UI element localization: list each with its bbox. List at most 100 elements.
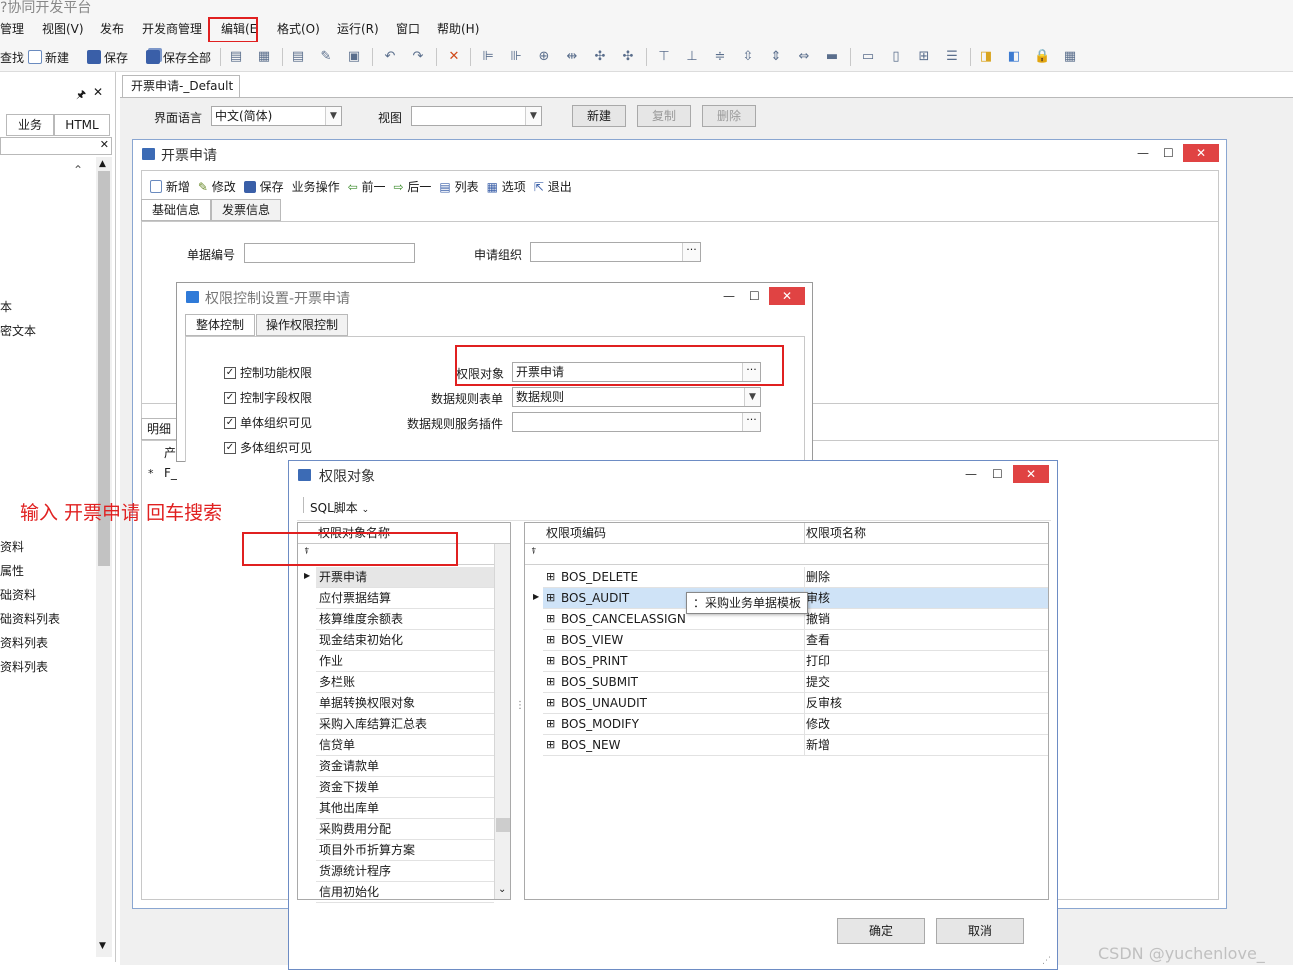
table-row[interactable]: ⊞ BOS_NEW 新增 (543, 735, 1048, 756)
rule-plugin-input[interactable]: ··· (512, 412, 761, 432)
grid-icon[interactable]: ▦ (256, 49, 272, 65)
tab-overall-control[interactable]: 整体控制 (185, 314, 255, 336)
form-next-button[interactable]: ⇨ 后一 (394, 178, 432, 195)
close-icon[interactable]: ✕ (769, 287, 805, 305)
collapse-icon[interactable]: ⌃ (73, 163, 83, 177)
cells-icon[interactable]: ⊞ (916, 49, 932, 65)
list-item[interactable]: 资金下拨单 (316, 777, 494, 798)
form-icon[interactable]: ▤ (228, 49, 244, 65)
layout-icon[interactable]: ▤ (290, 49, 306, 65)
list-item[interactable]: 应付票据结算 (316, 588, 494, 609)
align-center-icon[interactable]: ⊕ (536, 49, 552, 65)
left-item[interactable]: 密文本 (0, 322, 36, 339)
list-item[interactable]: 多栏账 (316, 672, 494, 693)
list-item[interactable]: 其他出库单 (316, 798, 494, 819)
rule-form-select[interactable]: 数据规则 ▼ (512, 387, 761, 407)
save-all-button[interactable]: 保存全部 (146, 47, 211, 67)
menu-window[interactable]: 窗口 (396, 21, 420, 37)
list-item[interactable]: 信贷单 (316, 735, 494, 756)
language-select[interactable]: 中文(简体) ▼ (211, 106, 342, 126)
expand-icon[interactable]: ⊞ (546, 609, 555, 629)
lang-new-button[interactable]: 新建 (572, 105, 626, 127)
menu-help[interactable]: 帮助(H) (437, 21, 479, 37)
check-icon[interactable]: ✓ (224, 416, 236, 429)
redo-icon[interactable]: ↷ (410, 49, 426, 65)
view-select[interactable]: ▼ (411, 106, 542, 126)
menu-view[interactable]: 视图(V) (42, 21, 84, 37)
left-grid-scrollbar[interactable]: ⌄ (494, 544, 510, 899)
checkbox-func-perm[interactable]: ✓ 控制功能权限 (224, 364, 312, 381)
column-icon[interactable]: ▯ (888, 49, 904, 65)
expand-icon[interactable]: ⊞ (546, 567, 555, 587)
ellipsis-icon[interactable]: ··· (742, 413, 760, 431)
form-exit-button[interactable]: ⇱ 退出 (534, 178, 572, 195)
chevron-down-icon[interactable]: ▼ (744, 388, 760, 406)
lang-delete-button[interactable]: 删除 (702, 105, 756, 127)
list-item[interactable]: 核算维度余额表 (316, 609, 494, 630)
find-button[interactable]: 查找 (0, 47, 24, 67)
distribute-h-icon[interactable]: ⇹ (564, 49, 580, 65)
table-row[interactable]: ⊞ BOS_DELETE 删除 (543, 567, 1048, 588)
list-item[interactable]: 作业 (316, 651, 494, 672)
close-icon[interactable]: ✕ (1183, 144, 1219, 162)
size2-icon[interactable]: ✣ (620, 49, 636, 65)
left-item[interactable]: 础资料 (0, 586, 36, 603)
rows-icon[interactable]: ☰ (944, 49, 960, 65)
maximize-icon[interactable]: ☐ (1163, 146, 1174, 160)
ellipsis-icon[interactable]: ··· (682, 243, 700, 261)
frame-icon[interactable]: ▭ (860, 49, 876, 65)
list-item[interactable]: 单据转换权限对象 (316, 693, 494, 714)
vspace-icon[interactable]: ⇕ (768, 49, 784, 65)
lang-copy-button[interactable]: 复制 (637, 105, 691, 127)
left-item[interactable]: 本 (0, 298, 12, 315)
expand-icon[interactable]: ⊞ (546, 735, 555, 755)
tab-operation-control[interactable]: 操作权限控制 (256, 314, 348, 336)
menu-format[interactable]: 格式(O) (277, 21, 320, 37)
menu-manage[interactable]: 管理 (0, 21, 24, 37)
tools-icon[interactable]: ✎ (318, 49, 334, 65)
left-grid-scroll-thumb[interactable] (496, 818, 510, 832)
resize-grip-icon[interactable]: ⋰ (1042, 956, 1051, 966)
maximize-icon[interactable]: ☐ (749, 289, 760, 303)
undo-icon[interactable]: ↶ (382, 49, 398, 65)
list-item[interactable]: 开票申请 (316, 567, 494, 588)
expand-icon[interactable]: ⊞ (546, 672, 555, 692)
align-top-icon[interactable]: ⊤ (656, 49, 672, 65)
scroll-down-icon[interactable]: ⌄ (498, 884, 506, 895)
new-button[interactable]: 新建 (28, 47, 69, 67)
left-item[interactable]: 资料列表 (0, 634, 48, 651)
chevron-down-icon[interactable]: ▼ (325, 107, 341, 125)
expand-icon[interactable]: ⊞ (546, 588, 555, 608)
align-right-icon[interactable]: ⊪ (508, 49, 524, 65)
left-item[interactable]: 属性 (0, 562, 24, 579)
tab-detail[interactable]: 明细 (141, 418, 177, 440)
left-item[interactable]: 础资料列表 (0, 610, 60, 627)
left-scrollbar[interactable]: ▼ ▲ (96, 157, 112, 957)
sql-script-button[interactable]: SQL脚本 ⌄ (310, 499, 369, 516)
align-bottom-icon[interactable]: ⊥ (684, 49, 700, 65)
expand-icon[interactable]: ⊞ (546, 714, 555, 734)
checkbox-field-perm[interactable]: ✓ 控制字段权限 (224, 389, 312, 406)
maximize-icon[interactable]: ☐ (992, 467, 1003, 481)
tab-basic-info[interactable]: 基础信息 (141, 199, 211, 221)
form-new-button[interactable]: 新增 (150, 178, 190, 195)
document-tab[interactable]: 开票申请-_Default (122, 75, 240, 97)
table-row[interactable]: ⊞ BOS_MODIFY 修改 (543, 714, 1048, 735)
left-item[interactable]: 资料 (0, 538, 24, 555)
send-back-icon[interactable]: ◧ (1006, 49, 1022, 65)
distribute-v-icon[interactable]: ⇳ (740, 49, 756, 65)
minimize-icon[interactable]: — (1137, 146, 1149, 160)
form-save-button[interactable]: 保存 (243, 178, 284, 195)
delete-icon[interactable]: ✕ (446, 49, 462, 65)
list-item[interactable]: 采购入库结算汇总表 (316, 714, 494, 735)
form-edit-button[interactable]: ✎ 修改 (198, 178, 236, 195)
list-item[interactable]: 项目外币折算方案 (316, 840, 494, 861)
save-button[interactable]: 保存 (87, 47, 128, 67)
left-tab-business[interactable]: 业务 (6, 114, 54, 136)
list-item[interactable]: 货源统计程序 (316, 861, 494, 882)
tab-order-icon[interactable]: ▦ (1062, 49, 1078, 65)
check-icon[interactable]: ✓ (224, 391, 236, 404)
table-row[interactable]: ⊞ BOS_UNAUDIT 反审核 (543, 693, 1048, 714)
export-icon[interactable]: ▣ (346, 49, 362, 65)
minimize-icon[interactable]: — (965, 467, 977, 481)
